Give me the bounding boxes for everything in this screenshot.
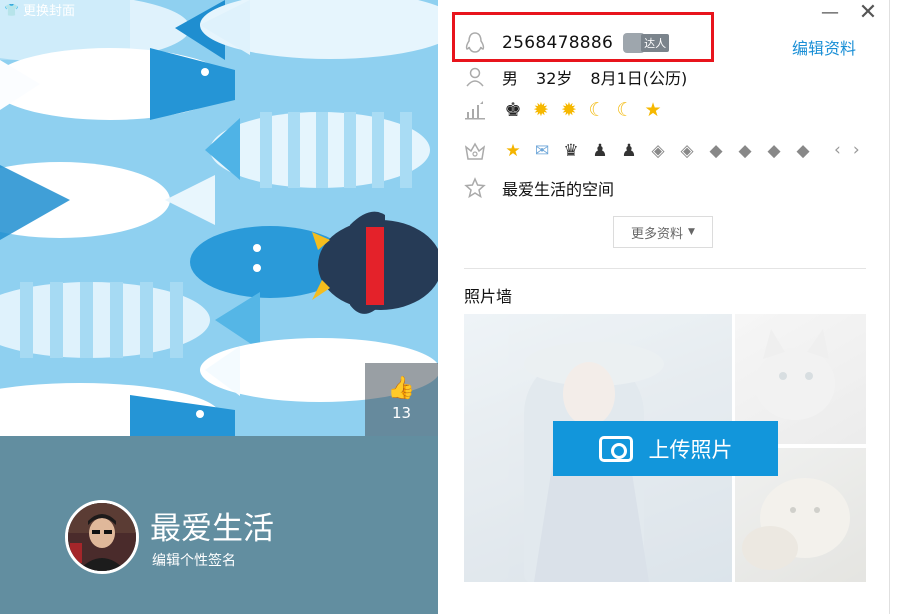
close-button[interactable]: ✕	[854, 0, 882, 25]
cover-panel: 👕 更换封面 👍 13 最爱生活 编辑个性签名	[0, 0, 438, 614]
level-row: ♚ ✹ ✹ ☾ ☾ ★	[464, 99, 670, 121]
sun-level-icon[interactable]: ✹	[558, 99, 580, 121]
mail-badge-icon[interactable]: ✉	[531, 140, 553, 162]
personal-info-row: 男 32岁 8月1日(公历)	[464, 65, 687, 89]
badge-pager: ‹ ›	[834, 140, 860, 160]
nickname: 最爱生活	[150, 511, 274, 547]
sun-level-icon[interactable]: ✹	[530, 99, 552, 121]
crown-level-icon[interactable]: ♚	[502, 99, 524, 121]
more-info-button[interactable]: 更多资料 ▼	[613, 216, 713, 248]
star-badge-icon[interactable]: ★	[502, 140, 524, 162]
daren-badge[interactable]: 达人	[623, 33, 670, 53]
minimize-icon: —	[821, 1, 839, 23]
edit-profile-link[interactable]: 编辑资料	[792, 35, 856, 59]
photo-wall-title: 照片墙	[464, 287, 513, 306]
scrollbar-track[interactable]	[889, 0, 897, 614]
dark-penguin-badge-icon[interactable]: ♟	[589, 140, 611, 162]
penguin-outline-icon	[464, 32, 486, 54]
age: 32岁	[536, 69, 573, 88]
avatar-photo	[68, 503, 136, 571]
minimize-button[interactable]: —	[816, 0, 844, 24]
cover-image: 👕 更换封面 👍 13	[0, 0, 438, 436]
birthday: 8月1日(公历)	[590, 69, 688, 88]
qq-number-row: 2568478886 达人	[464, 32, 670, 54]
dark-crown-badge-icon[interactable]: ♛	[560, 140, 582, 162]
upload-photo-button[interactable]: 上传照片	[553, 421, 778, 476]
upload-photo-label: 上传照片	[648, 437, 733, 462]
badge-crown-outline-icon	[464, 140, 486, 162]
chevron-left-icon[interactable]: ‹	[834, 140, 841, 160]
star-level-icon[interactable]: ★	[642, 99, 664, 121]
star-outline-icon	[464, 177, 486, 199]
shirt-icon: 👕	[4, 2, 19, 17]
divider	[464, 268, 866, 269]
person-icon	[464, 66, 486, 88]
diamond-badge-icon[interactable]: ◆	[734, 140, 756, 162]
more-info-label: 更多资料	[631, 226, 684, 242]
space-name-link[interactable]: 最爱生活的空间	[502, 176, 614, 200]
level-chart-icon	[464, 99, 486, 121]
dark-penguin-badge-icon[interactable]: ♟	[618, 140, 640, 162]
close-icon: ✕	[858, 0, 878, 25]
like-count: 13	[391, 403, 412, 422]
diamond-badge-icon[interactable]: ◆	[792, 140, 814, 162]
space-row: 最爱生活的空间	[464, 176, 614, 200]
thumbs-up-icon: 👍	[387, 375, 416, 401]
change-cover-label: 更换封面	[22, 4, 75, 19]
diamond-badge-icon[interactable]: ◈	[676, 140, 698, 162]
diamond-badge-icon[interactable]: ◈	[647, 140, 669, 162]
change-cover-button[interactable]: 👕 更换封面	[4, 0, 75, 20]
diamond-badge-icon[interactable]: ◆	[705, 140, 727, 162]
moon-level-icon[interactable]: ☾	[586, 99, 608, 121]
badges-row: ★ ✉ ♛ ♟ ♟ ◈ ◈ ◆ ◆ ◆ ◆	[464, 140, 821, 162]
gender: 男	[502, 69, 519, 88]
daren-badge-label: 达人	[641, 34, 670, 52]
like-button[interactable]: 👍 13	[365, 363, 438, 436]
avatar[interactable]	[65, 500, 139, 574]
caret-down-icon: ▼	[688, 227, 695, 237]
moon-level-icon[interactable]: ☾	[614, 99, 636, 121]
diamond-badge-icon[interactable]: ◆	[763, 140, 785, 162]
signature-edit-link[interactable]: 编辑个性签名	[152, 550, 236, 570]
qq-number: 2568478886	[502, 33, 614, 53]
camera-icon	[598, 435, 633, 462]
chevron-right-icon[interactable]: ›	[853, 140, 860, 160]
